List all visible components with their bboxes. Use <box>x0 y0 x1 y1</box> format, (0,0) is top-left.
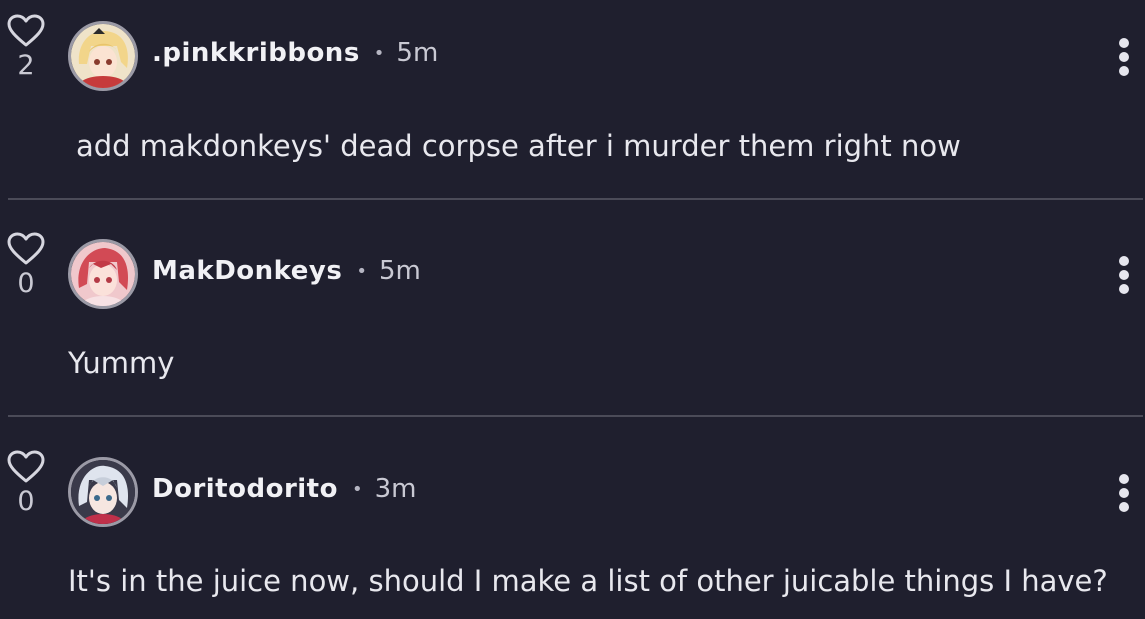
separator-dot: • <box>373 42 385 64</box>
like-button[interactable]: 0 <box>6 232 46 297</box>
divider <box>8 415 1143 417</box>
comment-text: Yummy <box>68 346 175 380</box>
anime-avatar-redhair-icon <box>71 242 135 306</box>
more-options-button[interactable] <box>1116 474 1132 514</box>
like-count: 0 <box>17 268 35 299</box>
timestamp: 5m <box>396 38 439 68</box>
comment-text: add makdonkeys' dead corpse after i murd… <box>76 129 961 163</box>
comment-meta: MakDonkeys • 5m <box>152 256 421 286</box>
like-button[interactable]: 2 <box>6 14 46 79</box>
comment-meta: Doritodorito • 3m <box>152 474 416 504</box>
heart-icon[interactable] <box>7 450 45 484</box>
comment-meta: .pinkkribbons • 5m <box>152 38 438 68</box>
heart-icon[interactable] <box>7 14 45 48</box>
avatar[interactable] <box>68 21 138 91</box>
anime-avatar-blonde-icon <box>71 24 135 88</box>
timestamp: 5m <box>378 256 421 286</box>
username[interactable]: Doritodorito <box>152 474 338 504</box>
avatar[interactable] <box>68 239 138 309</box>
more-vertical-icon[interactable] <box>1116 38 1132 76</box>
more-options-button[interactable] <box>1116 256 1132 296</box>
like-count: 0 <box>17 486 35 517</box>
avatar[interactable] <box>68 457 138 527</box>
separator-dot: • <box>356 260 367 282</box>
like-button[interactable]: 0 <box>6 450 46 515</box>
username[interactable]: .pinkkribbons <box>152 38 360 68</box>
comment-feed: 2 .pinkkribbons • 5m add makdonkeys' dea… <box>0 0 1145 619</box>
heart-icon[interactable] <box>7 232 45 266</box>
timestamp: 3m <box>374 474 417 504</box>
like-count: 2 <box>17 50 35 81</box>
comment-text: It's in the juice now, should I make a l… <box>68 564 1108 598</box>
comment-item: 2 .pinkkribbons • 5m add makdonkeys' dea… <box>0 0 1145 199</box>
more-options-button[interactable] <box>1116 38 1132 78</box>
more-vertical-icon[interactable] <box>1116 474 1132 512</box>
anime-avatar-silverhair-icon <box>71 460 135 524</box>
more-vertical-icon[interactable] <box>1116 256 1132 294</box>
separator-dot: • <box>351 478 363 500</box>
comment-item: 0 MakDonkeys • 5m Yummy <box>0 200 1145 417</box>
comment-item: 0 Doritodorito • 3m It's in the juice no… <box>0 418 1145 619</box>
username[interactable]: MakDonkeys <box>152 256 342 286</box>
